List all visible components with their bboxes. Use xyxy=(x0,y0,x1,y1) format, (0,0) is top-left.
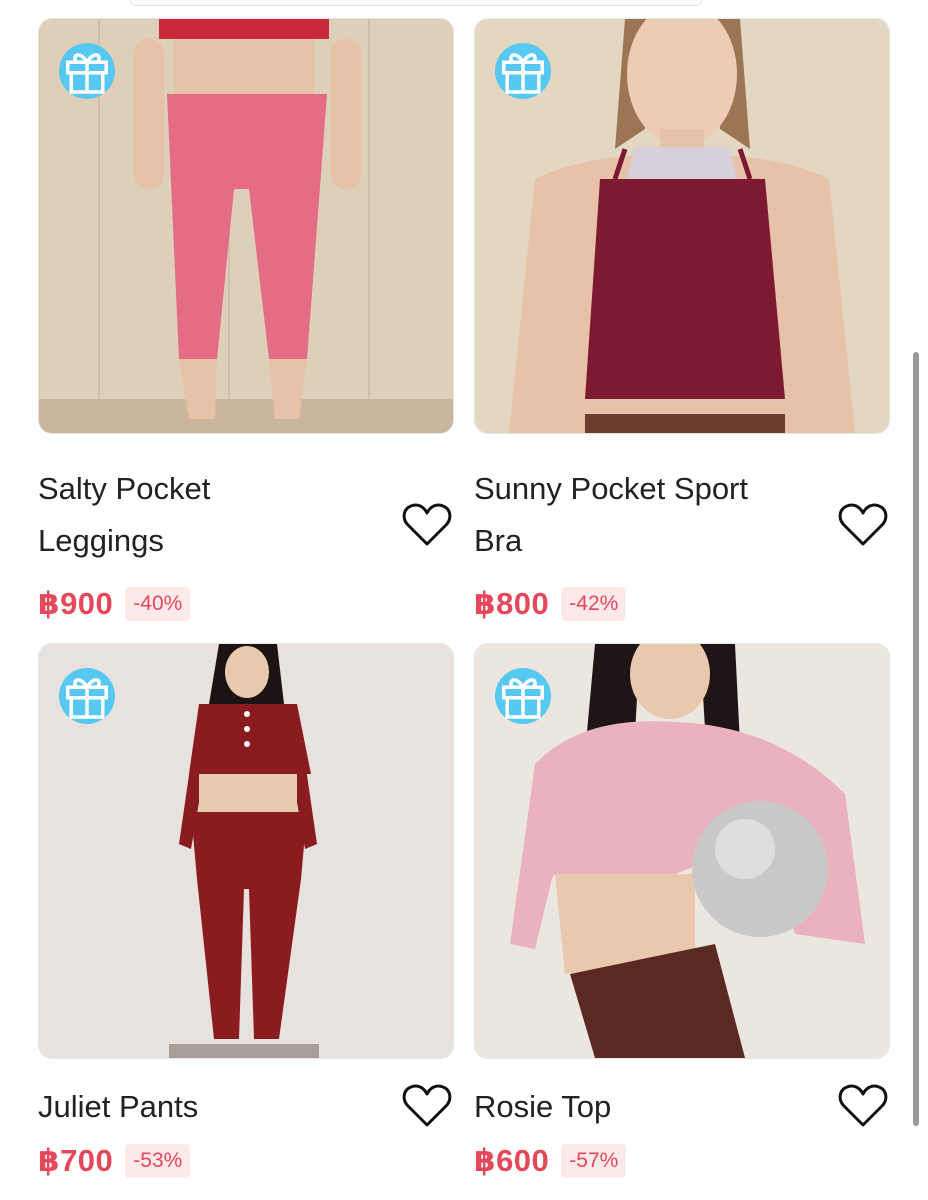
gift-icon xyxy=(59,43,115,99)
product-title[interactable]: Juliet Pants xyxy=(38,1081,388,1133)
product-image[interactable] xyxy=(38,18,454,434)
gift-icon xyxy=(59,668,115,724)
price-row: ฿700 -53% xyxy=(38,1143,191,1179)
product-title-line-2: Bra xyxy=(474,523,523,558)
heart-outline-icon[interactable] xyxy=(402,502,452,548)
price: ฿600 xyxy=(474,1143,550,1178)
price-row: ฿800 -42% xyxy=(474,586,627,622)
price: ฿900 xyxy=(38,586,114,621)
heart-outline-icon[interactable] xyxy=(838,502,888,548)
discount-badge: -42% xyxy=(561,587,627,621)
product-title[interactable]: Rosie Top xyxy=(474,1081,824,1133)
product-image[interactable] xyxy=(38,643,454,1059)
product-title[interactable]: Sunny Pocket Sport Bra xyxy=(474,463,824,567)
gift-icon xyxy=(495,668,551,724)
gift-icon xyxy=(495,43,551,99)
discount-badge: -40% xyxy=(125,587,191,621)
discount-badge: -57% xyxy=(561,1144,627,1178)
price-row: ฿900 -40% xyxy=(38,586,191,622)
heart-outline-icon[interactable] xyxy=(402,1083,452,1129)
product-title-line-1: Sunny Pocket Sport xyxy=(474,471,748,506)
product-title-line-1: Rosie Top xyxy=(474,1089,612,1124)
product-title[interactable]: Salty Pocket Leggings xyxy=(38,463,388,567)
scrollbar[interactable] xyxy=(913,352,919,1126)
heart-outline-icon[interactable] xyxy=(838,1083,888,1129)
product-image[interactable] xyxy=(474,18,890,434)
search-bar-edge xyxy=(130,0,702,6)
price: ฿800 xyxy=(474,586,550,621)
product-title-line-1: Salty Pocket xyxy=(38,471,211,506)
product-image[interactable] xyxy=(474,643,890,1059)
price-row: ฿600 -57% xyxy=(474,1143,627,1179)
product-title-line-2: Leggings xyxy=(38,523,164,558)
price: ฿700 xyxy=(38,1143,114,1178)
discount-badge: -53% xyxy=(125,1144,191,1178)
product-title-line-1: Juliet Pants xyxy=(38,1089,199,1124)
